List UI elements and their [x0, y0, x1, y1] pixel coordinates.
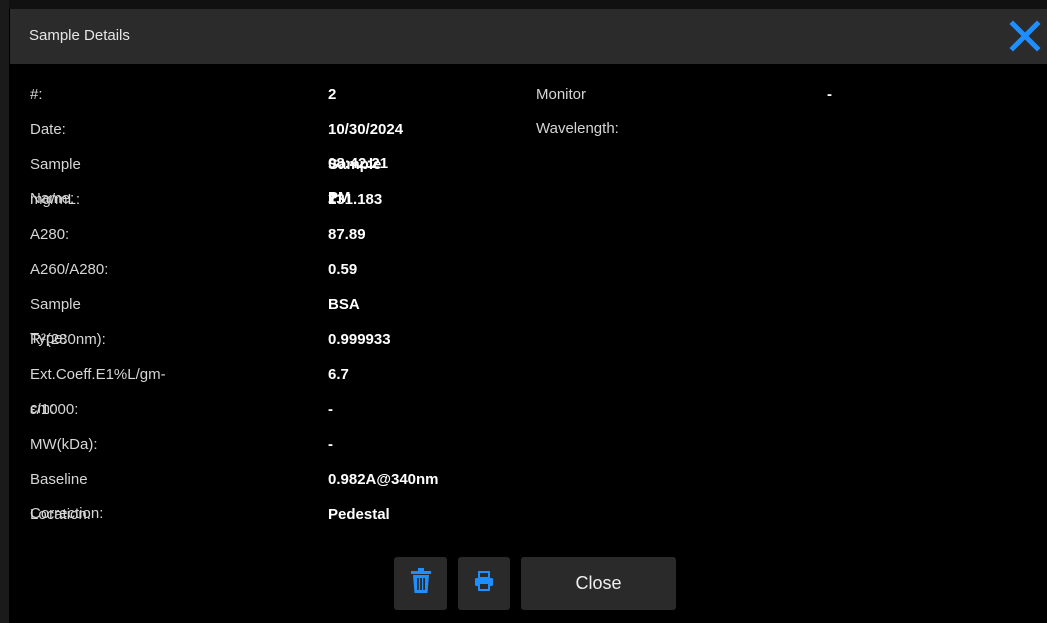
field-label: mg/mL: [30, 191, 81, 208]
field-label: ε/1000: [30, 401, 79, 418]
field-label: A280: [30, 226, 70, 243]
close-button[interactable]: Close [521, 557, 676, 610]
background-left [0, 0, 9, 623]
print-button[interactable] [458, 557, 510, 610]
field-value: 131.183 [328, 191, 383, 208]
field-label: R²(280nm): [30, 331, 106, 348]
dialog-titlebar: Sample Details [10, 9, 1047, 64]
field-value: 0.59 [328, 261, 358, 278]
field-value: 0.982A@340nm [328, 471, 439, 488]
field-value: - [328, 401, 333, 418]
dialog-title: Sample Details [29, 27, 130, 44]
background-top [0, 0, 1047, 9]
field-value: 2 [328, 86, 337, 103]
close-icon[interactable] [1009, 20, 1041, 52]
sample-details-dialog: Sample Details #: 2 Monitor Wavelength: … [10, 9, 1047, 623]
monitor-wavelength-value: - [827, 86, 832, 103]
monitor-wavelength-label: Monitor Wavelength: [536, 86, 619, 137]
field-label: MW(kDa): [30, 436, 98, 453]
field-value: Pedestal [328, 506, 390, 523]
field-label: Location: [30, 506, 91, 523]
field-label: #: [30, 86, 43, 103]
printer-icon [474, 571, 494, 596]
field-value: 6.7 [328, 366, 349, 383]
field-value: 87.89 [328, 226, 366, 243]
trash-icon [410, 568, 432, 599]
field-value: 0.999933 [328, 331, 391, 348]
field-value: BSA [328, 296, 360, 313]
delete-button[interactable] [394, 557, 447, 610]
field-label: A260/A280: [30, 261, 109, 278]
field-value: - [328, 436, 333, 453]
field-label: Date: [30, 121, 66, 138]
